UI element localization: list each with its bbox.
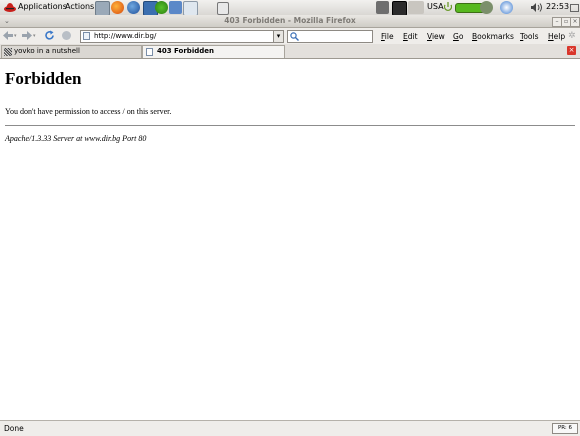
close-window-button[interactable]: × (570, 17, 580, 27)
firefox-icon[interactable] (111, 1, 124, 14)
close-tab-icon[interactable]: × (567, 46, 576, 55)
url-bar[interactable]: http://www.dir.bg/ (80, 30, 275, 43)
thunderbird-icon[interactable] (127, 1, 140, 14)
weather-icon[interactable] (500, 1, 513, 14)
back-dropdown-icon[interactable]: ▾ (14, 33, 17, 39)
gnome-icon[interactable] (155, 1, 168, 14)
server-signature: Apache/1.3.33 Server at www.dir.bg Port … (5, 134, 147, 143)
keyboard-layout[interactable]: USA (427, 2, 444, 11)
edit-icon[interactable] (169, 1, 182, 14)
tab-label: yovko in a nutshell (14, 47, 80, 55)
actions-menu[interactable]: Actions (65, 2, 94, 11)
status-bar: Done (0, 420, 580, 436)
tab-403-forbidden[interactable]: 403 Forbidden (142, 45, 285, 58)
menu-bookmarks[interactable]: Bookmarks (472, 32, 514, 41)
menu-file[interactable]: File (381, 32, 394, 41)
terminal-icon[interactable] (95, 1, 110, 16)
applications-menu[interactable]: Applications (18, 2, 67, 11)
window-titlebar[interactable]: ⌄ 403 Forbidden - Mozilla Firefox – ▫ × (0, 15, 580, 28)
page-heading: Forbidden (5, 69, 82, 88)
page-icon (83, 32, 90, 40)
forward-icon[interactable] (22, 31, 32, 40)
page-content: Forbidden You don't have permission to a… (0, 59, 580, 420)
status-text: Done (4, 424, 24, 433)
forward-dropdown-icon[interactable]: ▾ (33, 33, 36, 39)
top-panel: Applications Actions USA 22:53 (0, 0, 580, 16)
menu-help[interactable]: Help (548, 32, 565, 41)
clock[interactable]: 22:53 (546, 2, 569, 11)
url-text: http://www.dir.bg/ (94, 32, 157, 40)
stop-icon[interactable] (62, 31, 71, 40)
tab-label: 403 Forbidden (157, 47, 214, 55)
divider (5, 125, 575, 126)
monitor-icon[interactable] (392, 1, 407, 16)
menu-view[interactable]: View (427, 32, 445, 41)
search-input[interactable] (287, 30, 373, 43)
tab-yovko[interactable]: yovko in a nutshell (1, 45, 142, 58)
menu-edit[interactable]: Edit (403, 32, 418, 41)
document-icon[interactable] (183, 1, 198, 16)
page-icon (146, 48, 153, 56)
network-icon[interactable] (480, 1, 493, 14)
reload-icon[interactable] (44, 30, 55, 41)
url-dropdown-button[interactable]: ▾ (273, 30, 284, 43)
volume-icon[interactable] (530, 2, 543, 13)
printer-icon[interactable] (217, 2, 229, 15)
throbber-icon: ✲ (568, 31, 576, 41)
back-icon[interactable] (3, 31, 13, 40)
workspace-icon[interactable] (408, 1, 424, 14)
error-message: You don't have permission to access / on… (5, 107, 172, 116)
window-title: 403 Forbidden - Mozilla Firefox (224, 16, 356, 25)
favicon-icon (4, 48, 12, 56)
pagerank-badge[interactable]: PR: 6 (552, 423, 578, 434)
redhat-icon[interactable] (4, 2, 16, 13)
menu-go[interactable]: Go (453, 32, 463, 41)
menu-tools[interactable]: Tools (520, 32, 538, 41)
search-icon (290, 32, 300, 41)
power-icon (444, 2, 452, 13)
mail-icon[interactable] (570, 4, 579, 12)
camera-icon[interactable] (376, 1, 389, 14)
